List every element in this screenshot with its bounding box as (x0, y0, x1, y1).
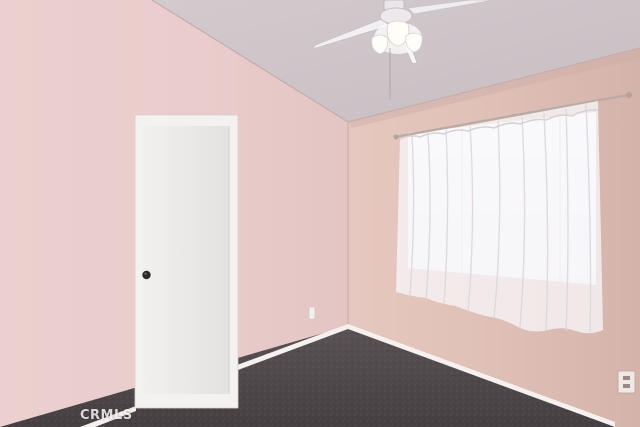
curtain-rod-finial-left (393, 134, 399, 140)
outlet-slot-bottom (623, 384, 630, 388)
wall-outlet-left (308, 306, 316, 320)
outlet-slot-top (623, 376, 630, 380)
door-knob-highlight (144, 272, 147, 275)
curtain-rod-finial-right (626, 92, 632, 98)
wall-outlet-right (617, 370, 636, 394)
room-photo: CRMLS (0, 0, 640, 427)
room-illustration (0, 0, 640, 427)
door-knob (142, 270, 151, 280)
door (142, 126, 229, 394)
watermark-text: CRMLS (80, 408, 133, 423)
